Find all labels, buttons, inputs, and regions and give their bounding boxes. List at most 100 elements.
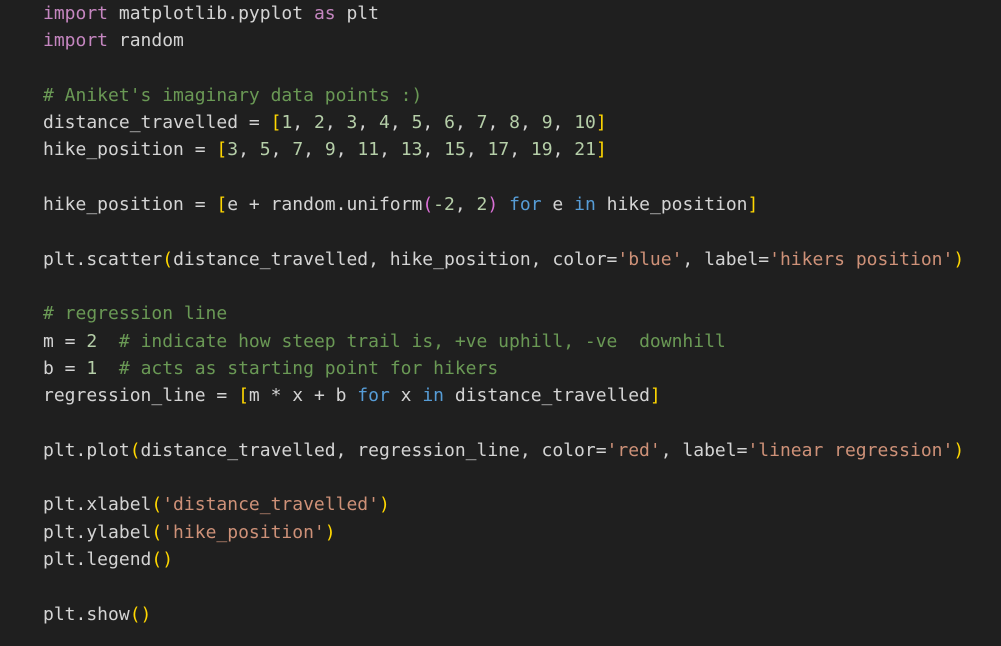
code-token: [ [216,194,228,216]
code-token: ( [129,439,141,461]
code-token: [ [238,385,249,407]
code-token: , [422,139,445,161]
code-line[interactable]: plt.show() [43,601,964,628]
code-token: 'hike_position' [162,521,325,543]
code-token: plt.plot [43,439,130,461]
code-token: m [43,330,54,352]
code-line[interactable]: hike_position = [3, 5, 7, 9, 11, 13, 15,… [43,136,964,163]
code-token: , label= [682,248,770,270]
code-line[interactable]: import matplotlib.pyplot as plt [43,0,964,27]
code-token: 6 [444,112,455,134]
code-token: # regression line [43,303,228,325]
code-token: = [183,139,217,161]
code-line[interactable]: distance_travelled = [1, 2, 3, 4, 5, 6, … [43,109,964,136]
code-token: ) [953,248,965,270]
code-line[interactable]: ​ [43,218,964,245]
code-token: ] [747,194,759,216]
code-editor[interactable]: import matplotlib.pyplot as plt import ra… [0,0,1001,646]
code-token: # indicate how steep trail is, +ve uphil… [118,330,726,352]
code-token: 5 [411,112,423,134]
code-line[interactable]: ​ [43,55,964,82]
code-token: 11 [357,139,380,161]
code-token: ( [151,494,163,516]
code-token: , [389,112,412,134]
code-line[interactable]: # Aniket's imaginary data points :) [43,82,964,109]
code-token: = [238,112,271,134]
code-token: 7 [292,139,304,161]
code-line[interactable]: regression_line = [m * x + b for x in di… [43,382,964,409]
code-token: ) [953,439,965,461]
code-token: hike_position [43,194,184,216]
code-line[interactable]: # regression line [43,300,964,327]
code-token: 'hikers position' [769,248,954,270]
code-token: plt [335,3,379,24]
code-token: distance_travelled [43,112,239,134]
code-line[interactable]: hike_position = [e + random.uniform(-2, … [43,191,964,218]
code-token: = [183,194,217,216]
code-token: regression_line [43,385,206,407]
code-token: , [238,139,260,161]
code-token: = [205,385,239,407]
code-token: , label= [660,439,748,461]
code-token: , [324,112,347,134]
code-token: 21 [574,139,596,161]
code-line[interactable]: plt.ylabel('hike_position') [43,519,964,546]
code-token: distance_travelled [444,385,650,407]
code-line[interactable]: ​ [43,409,964,436]
code-line[interactable]: plt.scatter(distance_travelled, hike_pos… [43,246,964,273]
code-token: for [509,194,542,216]
code-token: , [303,139,325,161]
code-line[interactable]: import random [43,27,964,54]
code-token: , [335,139,358,161]
code-token: , [422,112,445,134]
code-line[interactable]: plt.xlabel('distance_travelled') [43,491,964,518]
code-token: 2 [313,112,325,134]
code-token: hike_position [43,139,184,161]
code-token: in [574,194,596,216]
code-token: random [108,30,184,52]
code-content[interactable]: import matplotlib.pyplot as plt import ra… [43,0,964,628]
code-token: = [53,357,87,379]
code-token: ] [649,385,661,407]
code-token: plt.scatter [43,248,163,270]
code-token: -2 [433,194,455,216]
code-line[interactable]: plt.plot(distance_travelled, regression_… [43,437,964,464]
code-token: 10 [574,112,596,134]
code-token: plt.ylabel [43,521,152,543]
code-token: distance_travelled, regression_line, col… [140,439,607,461]
code-token: 2 [86,330,98,352]
code-token: plt.xlabel [43,494,152,516]
code-token: e + random.uniform [227,194,423,216]
code-token: e [541,194,575,216]
code-line[interactable]: ​ [43,573,964,600]
code-token: ) [487,194,499,216]
code-token: plt.show [43,603,130,625]
code-token: [ [216,139,228,161]
code-line[interactable]: ​ [43,464,964,491]
code-token: , [509,139,531,161]
code-line[interactable]: plt.legend() [43,546,964,573]
code-token: 7 [476,112,488,134]
code-token: 3 [346,112,358,134]
code-line[interactable]: ​ [43,164,964,191]
code-token: = [53,330,87,352]
code-token: x [389,385,423,407]
code-token: , [487,112,510,134]
code-token: 1 [86,357,98,379]
code-token: as [313,3,336,24]
code-line[interactable]: ​ [43,273,964,300]
code-token: [ [270,112,282,134]
code-token: ( [422,194,434,216]
code-line[interactable]: m = 2 # indicate how steep trail is, +ve… [43,328,964,355]
code-token: 17 [487,139,510,161]
code-token: 8 [509,112,520,134]
code-token: , [270,139,293,161]
code-token: hike_position [595,194,748,216]
code-token: 13 [400,139,423,161]
code-line[interactable]: b = 1 # acts as starting point for hiker… [43,355,964,382]
code-token: b [43,357,54,379]
code-token: # Aniket's imaginary data points :) [43,84,423,106]
code-token: 3 [227,139,239,161]
